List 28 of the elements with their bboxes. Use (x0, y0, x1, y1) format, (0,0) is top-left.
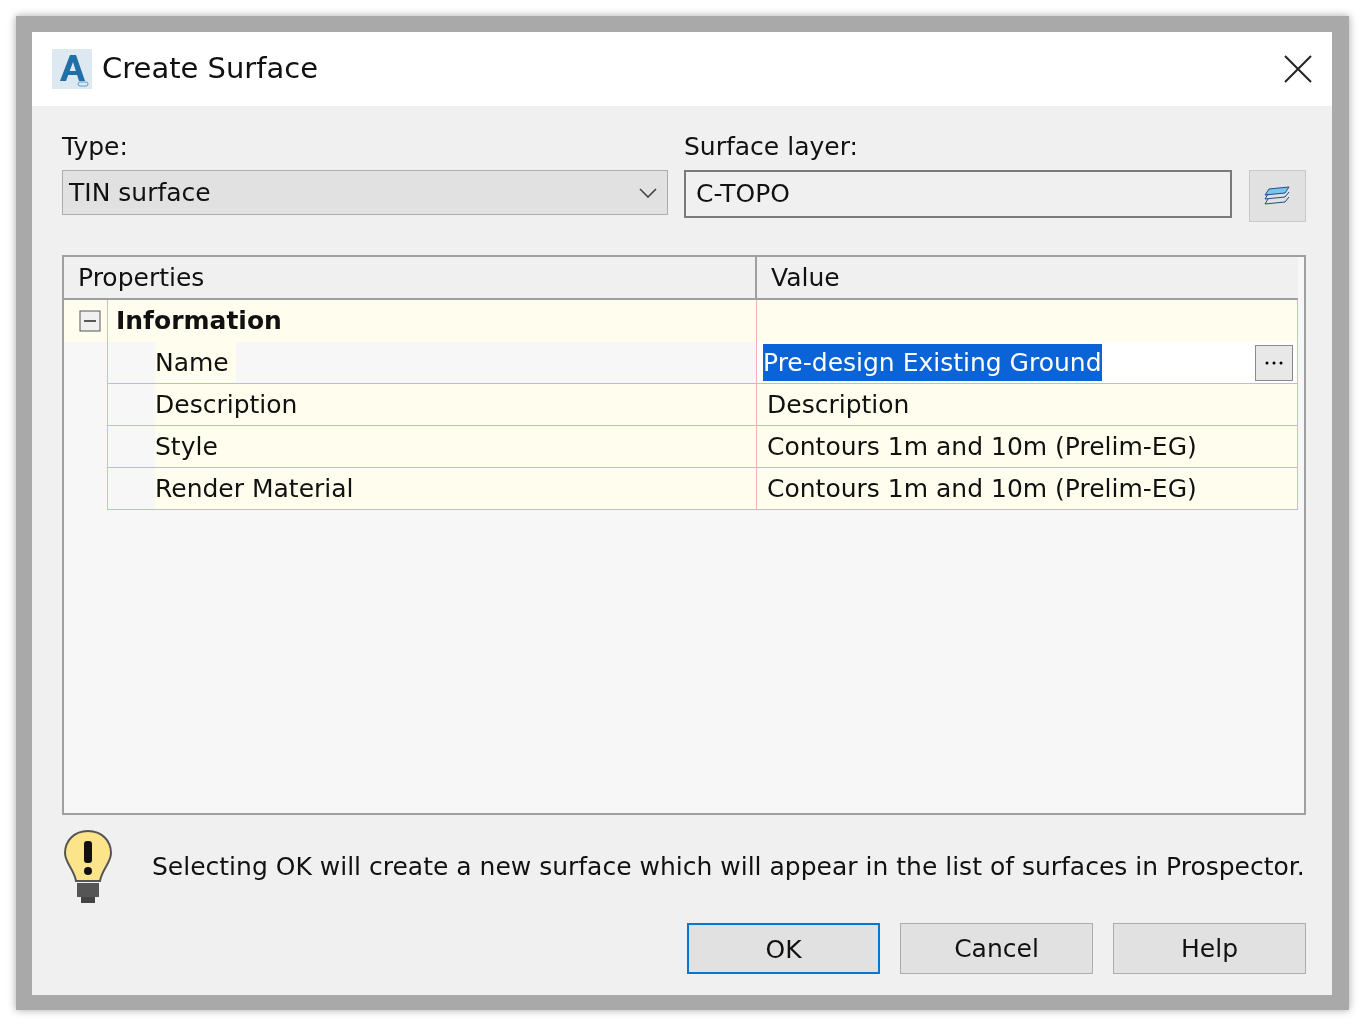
property-value: Contours 1m and 10m (Prelim-EG) (767, 430, 1197, 463)
layer-button[interactable] (1249, 170, 1306, 222)
value-field[interactable]: Pre-design Existing Ground (763, 343, 1102, 382)
ellipsis-icon (1264, 359, 1284, 366)
layers-icon (1262, 184, 1293, 208)
lightbulb-icon (62, 829, 114, 905)
close-icon[interactable] (1284, 55, 1312, 83)
property-name: Description (107, 384, 757, 425)
dialog-button[interactable]: OK (687, 923, 880, 974)
column-header: Properties (64, 257, 757, 298)
property-value: Description (767, 388, 910, 421)
property-name: Style (107, 426, 757, 467)
app-logo-icon (52, 49, 92, 89)
field-label: Surface layer: (684, 132, 859, 162)
dialog-button[interactable]: Help (1113, 923, 1306, 974)
column-header: Value (770, 261, 841, 294)
chevron-down-icon (639, 187, 657, 198)
property-name: Name (107, 342, 757, 383)
type-dropdown[interactable]: TIN surface (62, 170, 668, 215)
property-value: Contours 1m and 10m (Prelim-EG) (767, 472, 1197, 505)
collapse-icon[interactable] (78, 310, 101, 332)
layer-field[interactable]: C-TOPO (684, 170, 1232, 218)
property-name: Render Material (107, 468, 757, 509)
info-message: Selecting OK will create a new surface which will appear in the list of surfaces in Prospector. (152, 851, 1305, 884)
window-title: Create Surface (102, 50, 319, 88)
ellipsis-button[interactable] (1255, 344, 1293, 381)
field-label: Type: (62, 132, 129, 162)
dialog-button[interactable]: Cancel (900, 923, 1093, 974)
